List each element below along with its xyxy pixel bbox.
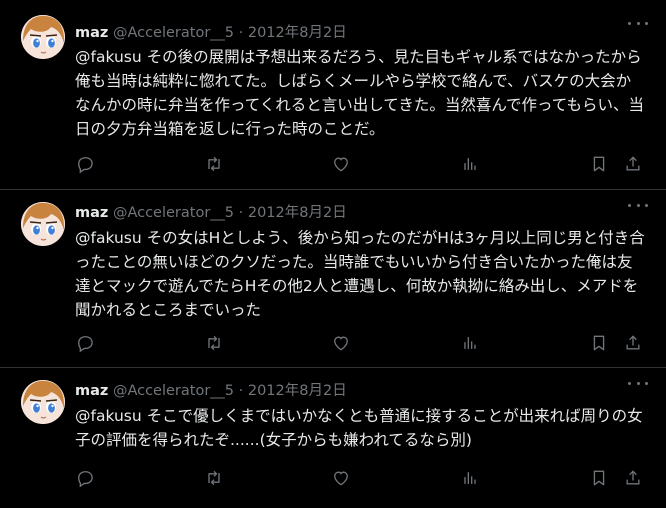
retweet-icon[interactable]: [203, 467, 225, 489]
retweet-icon[interactable]: [203, 332, 225, 354]
tweet-text: @fakusu その女はHとしよう、後から知ったのだがHは3ヶ月以上同じ男と付き…: [75, 229, 645, 319]
views-icon[interactable]: [459, 332, 481, 354]
retweet-icon[interactable]: [203, 153, 225, 175]
views-icon[interactable]: [459, 153, 481, 175]
tweet-actions: [0, 332, 666, 354]
display-name[interactable]: maz: [75, 205, 108, 221]
reply-icon[interactable]: [74, 467, 96, 489]
tweet-header: maz @Accelerator__5 · 2012年8月2日: [75, 203, 347, 223]
views-icon[interactable]: [459, 467, 481, 489]
user-handle[interactable]: @Accelerator__5: [113, 383, 234, 399]
tweet-date[interactable]: 2012年8月2日: [248, 205, 347, 221]
display-name[interactable]: maz: [75, 383, 108, 399]
reply-icon[interactable]: [74, 332, 96, 354]
like-icon[interactable]: [330, 467, 352, 489]
tweet-date[interactable]: 2012年8月2日: [248, 25, 347, 41]
tweet[interactable]: maz @Accelerator__5 · 2012年8月2日 @fakusu …: [0, 190, 666, 368]
separator-dot: ·: [238, 383, 244, 399]
bookmark-icon[interactable]: [588, 332, 610, 354]
tweet-date[interactable]: 2012年8月2日: [248, 383, 347, 399]
separator-dot: ·: [238, 205, 244, 221]
user-handle[interactable]: @Accelerator__5: [113, 25, 234, 41]
tweet-header: maz @Accelerator__5 · 2012年8月2日: [75, 381, 347, 401]
more-icon[interactable]: [628, 198, 648, 212]
bookmark-icon[interactable]: [588, 467, 610, 489]
display-name[interactable]: maz: [75, 25, 108, 41]
like-icon[interactable]: [330, 332, 352, 354]
more-icon[interactable]: [628, 16, 648, 30]
share-icon[interactable]: [622, 153, 644, 175]
tweet-text: @fakusu そこで優しくまではいかなくとも普通に接することが出来れば周りの女…: [75, 407, 643, 449]
share-icon[interactable]: [622, 332, 644, 354]
avatar[interactable]: [21, 15, 65, 59]
tweet-actions: [0, 467, 666, 489]
bookmark-icon[interactable]: [588, 153, 610, 175]
tweet-text: @fakusu その後の展開は予想出来るだろう、見た目もギャル系ではなかったから…: [75, 48, 645, 138]
tweet-header: maz @Accelerator__5 · 2012年8月2日: [75, 23, 347, 43]
avatar[interactable]: [21, 202, 65, 246]
separator-dot: ·: [238, 25, 244, 41]
tweet[interactable]: maz @Accelerator__5 · 2012年8月2日 @fakusu …: [0, 0, 666, 190]
user-handle[interactable]: @Accelerator__5: [113, 205, 234, 221]
share-icon[interactable]: [622, 467, 644, 489]
tweet-actions: [0, 153, 666, 175]
avatar[interactable]: [21, 380, 65, 424]
like-icon[interactable]: [330, 153, 352, 175]
tweet[interactable]: maz @Accelerator__5 · 2012年8月2日 @fakusu …: [0, 368, 666, 508]
more-icon[interactable]: [628, 376, 648, 390]
tweet-feed: maz @Accelerator__5 · 2012年8月2日 @fakusu …: [0, 0, 666, 501]
reply-icon[interactable]: [74, 153, 96, 175]
